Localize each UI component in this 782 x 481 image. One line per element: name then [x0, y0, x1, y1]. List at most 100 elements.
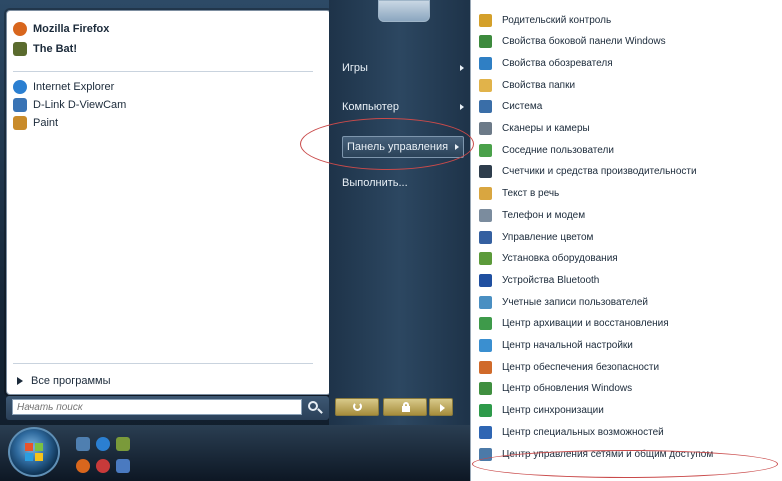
control-panel-item[interactable]: Управление цветом [479, 227, 593, 247]
network-center-icon [479, 447, 492, 461]
paint-icon [13, 116, 27, 130]
control-panel-item-label: Центр специальных возможностей [502, 426, 664, 438]
control-panel-item-label: Учетные записи пользователей [502, 296, 648, 308]
control-panel-item-label: Управление цветом [502, 231, 594, 243]
control-panel-item[interactable]: Центр управления сетями и общим доступом [479, 444, 713, 464]
control-panel-submenu: Родительский контроль Свойства боковой па… [470, 0, 782, 481]
internet-explorer-icon[interactable] [96, 437, 110, 451]
add-hardware-icon [479, 252, 492, 266]
program-item-the-bat[interactable]: The Bat! [13, 39, 77, 59]
backup-icon [479, 317, 492, 331]
control-panel-item-label: Центр архивации и восстановления [502, 318, 669, 330]
welcome-center-icon [479, 339, 492, 352]
control-panel-item-label: Текст в речь [502, 188, 560, 200]
control-panel-item[interactable]: Центр обеспечения безопасности [479, 357, 659, 377]
control-panel-item[interactable]: Система [479, 97, 542, 117]
control-panel-item[interactable]: Свойства обозревателя [479, 53, 613, 73]
control-panel-item-label: Центр синхронизации [502, 405, 604, 417]
control-panel-item[interactable]: Устройства Bluetooth [479, 270, 599, 290]
sidebar-icon [479, 35, 492, 49]
windows-update-icon [479, 382, 492, 396]
window-switcher-icon[interactable] [116, 459, 130, 473]
people-near-me-icon [479, 143, 492, 157]
menu-item-label: Выполнить... [342, 177, 408, 189]
control-panel-item-label: Родительский контроль [502, 14, 612, 26]
control-panel-item[interactable]: Учетные записи пользователей [479, 292, 648, 312]
the-bat-icon [13, 42, 27, 56]
program-label: D-Link D-ViewCam [33, 99, 127, 111]
control-panel-item[interactable]: Центр начальной настройки [479, 336, 633, 356]
control-panel-item[interactable]: Соседние пользователи [479, 140, 614, 160]
menu-item-run[interactable]: Выполнить... [342, 172, 464, 194]
firefox-icon [13, 22, 27, 36]
chevron-right-icon [460, 104, 464, 110]
search-icon[interactable] [308, 401, 318, 411]
parental-control-icon [479, 13, 492, 27]
control-panel-item-label: Сканеры и камеры [502, 123, 590, 134]
system-icon [479, 100, 492, 114]
speech-icon [479, 187, 492, 201]
color-management-icon [479, 230, 492, 244]
program-item-internet-explorer[interactable]: Internet Explorer [13, 77, 114, 97]
chevron-right-icon [460, 65, 464, 71]
power-controls [335, 398, 465, 418]
all-programs-label: Все программы [31, 375, 111, 387]
control-panel-item-label: Свойства боковой панели Windows [502, 36, 666, 48]
all-programs-button[interactable]: Все программы [17, 371, 110, 391]
phone-modem-icon [479, 208, 492, 222]
arrow-right-icon [17, 377, 23, 385]
control-panel-item[interactable]: Свойства папки [479, 75, 575, 95]
user-accounts-icon [479, 295, 492, 309]
program-label: The Bat! [33, 43, 77, 55]
security-center-icon [479, 360, 492, 374]
control-panel-item-label: Установка оборудования [502, 253, 618, 265]
control-panel-item[interactable]: Центр архивации и восстановления [479, 314, 669, 334]
control-panel-item[interactable]: Телефон и модем [479, 205, 585, 225]
show-desktop-icon[interactable] [76, 437, 90, 451]
control-panel-item[interactable]: Центр специальных возможностей [479, 422, 664, 442]
control-panel-item[interactable]: Центр синхронизации [479, 401, 604, 421]
user-picture[interactable] [378, 0, 430, 22]
menu-item-computer[interactable]: Компьютер [342, 96, 464, 118]
internet-options-icon [479, 56, 492, 70]
control-panel-item-label: Центр начальной настройки [502, 340, 633, 351]
control-panel-item-label: Счетчики и средства производительности [502, 166, 697, 178]
scanner-icon [479, 122, 492, 135]
performance-icon [479, 165, 492, 179]
control-panel-item[interactable]: Родительский контроль [479, 10, 611, 30]
control-panel-item-label: Свойства папки [502, 79, 576, 91]
control-panel-item-label: Телефон и модем [502, 209, 586, 221]
program-item-paint[interactable]: Paint [13, 113, 58, 133]
the-bat-icon[interactable] [116, 437, 130, 451]
start-menu-programs-panel: Mozilla Firefox The Bat! Internet Explor… [6, 10, 331, 395]
opera-icon[interactable] [96, 459, 110, 473]
firefox-icon[interactable] [76, 459, 90, 473]
taskbar [0, 425, 470, 481]
lock-button[interactable] [383, 398, 427, 416]
control-panel-item[interactable]: Центр обновления Windows [479, 379, 632, 399]
control-panel-item[interactable]: Текст в речь [479, 184, 559, 204]
menu-item-label: Игры [342, 62, 368, 74]
internet-explorer-icon [13, 80, 27, 94]
sync-center-icon [479, 404, 492, 418]
control-panel-item[interactable]: Свойства боковой панели Windows [479, 32, 666, 52]
folder-options-icon [479, 78, 492, 92]
power-button[interactable] [335, 398, 379, 416]
menu-item-games[interactable]: Игры [342, 57, 464, 79]
control-panel-item-label: Центр обновления Windows [502, 383, 633, 395]
menu-item-label: Компьютер [342, 101, 399, 113]
program-item-dlink-viewcam[interactable]: D-Link D-ViewCam [13, 95, 126, 115]
control-panel-item-label: Устройства Bluetooth [502, 274, 600, 286]
control-panel-item[interactable]: Сканеры и камеры [479, 119, 590, 139]
search-input[interactable] [12, 399, 302, 415]
pinned-separator [13, 71, 313, 72]
program-item-firefox[interactable]: Mozilla Firefox [13, 19, 109, 39]
bluetooth-icon [479, 273, 492, 287]
control-panel-item-label: Центр управления сетями и общим доступом [502, 448, 714, 460]
control-panel-item[interactable]: Счетчики и средства производительности [479, 162, 697, 182]
menu-item-control-panel[interactable]: Панель управления [342, 136, 464, 158]
control-panel-item-label: Соседние пользователи [502, 144, 614, 156]
shutdown-options-button[interactable] [429, 398, 453, 416]
control-panel-item[interactable]: Установка оборудования [479, 249, 618, 269]
control-panel-item-label: Свойства обозревателя [502, 57, 613, 69]
